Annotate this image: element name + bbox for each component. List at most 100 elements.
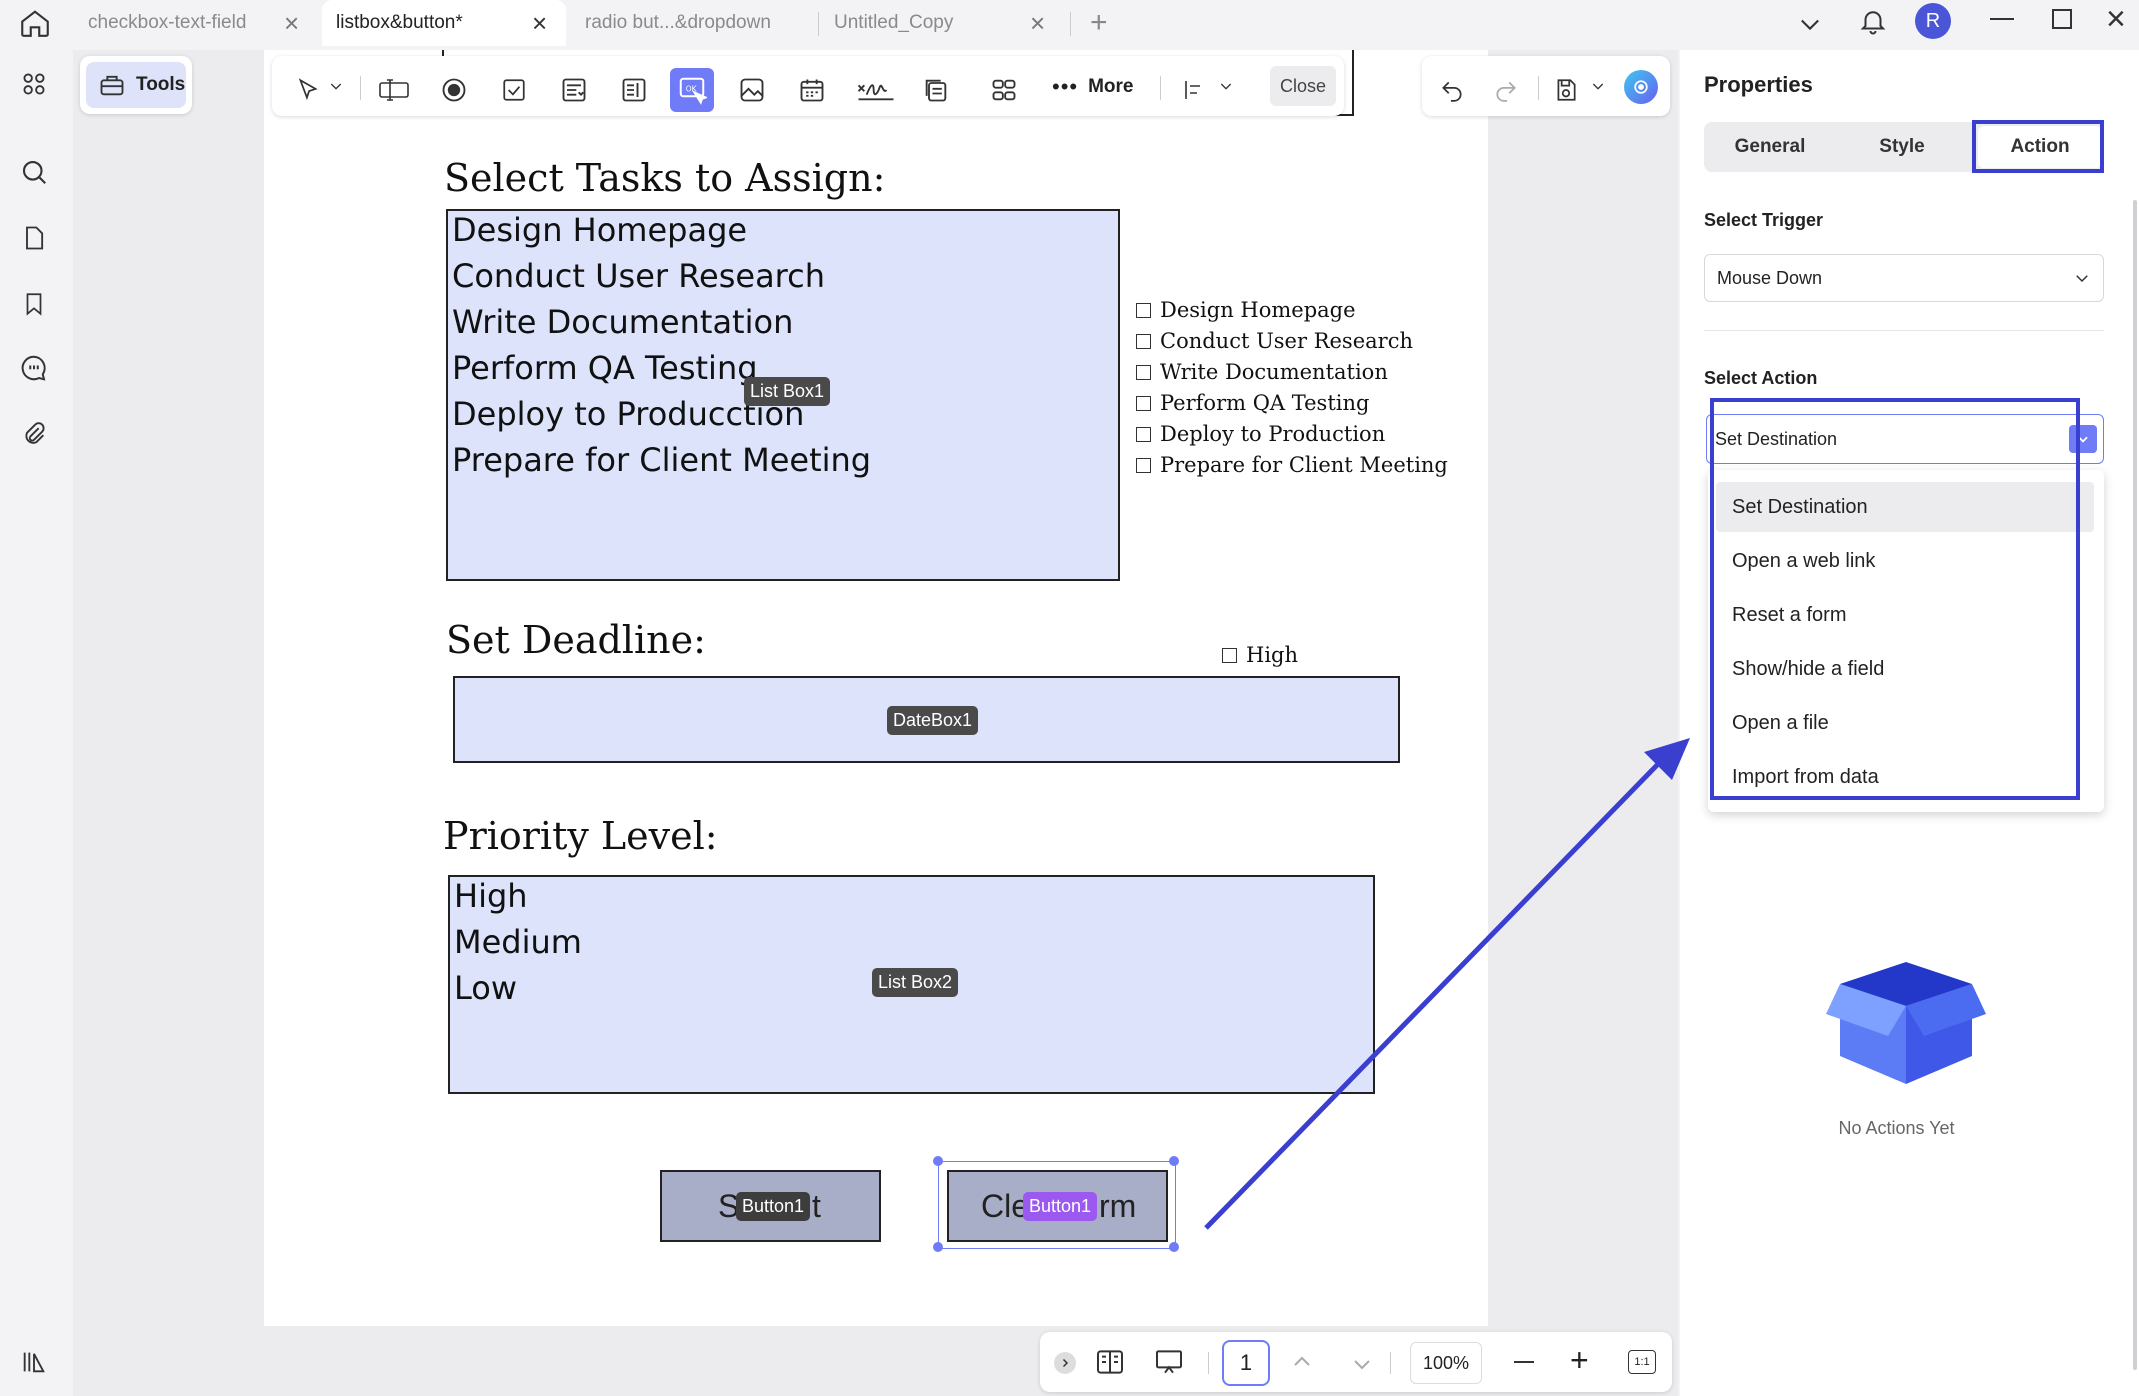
grid-icon[interactable] — [16, 66, 52, 102]
resize-handle[interactable] — [933, 1156, 943, 1166]
tab-untitled-copy[interactable]: Untitled_Copy × — [834, 0, 1054, 46]
tools-button[interactable]: Tools — [86, 62, 186, 108]
presentation-icon[interactable] — [1152, 1346, 1186, 1378]
checkbox-design-homepage[interactable]: Design Homepage — [1136, 298, 1356, 322]
close-window-icon[interactable]: × — [2106, 0, 2126, 39]
list-item[interactable]: Low — [454, 969, 517, 1007]
zoom-in-icon[interactable]: + — [1570, 1344, 1589, 1376]
checkbox-prepare-client-meeting[interactable]: Prepare for Client Meeting — [1136, 453, 1448, 477]
page-number-input[interactable]: 1 — [1222, 1340, 1270, 1386]
button-text: t — [812, 1188, 821, 1224]
list-item[interactable]: Write Documentation — [452, 303, 793, 341]
checkbox-high[interactable]: High — [1222, 643, 1298, 667]
chevron-down-icon[interactable] — [1218, 78, 1234, 94]
tab-listbox-button[interactable]: listbox&button* × — [322, 0, 566, 46]
list-item[interactable]: Conduct User Research — [452, 257, 825, 295]
resize-handle[interactable] — [1169, 1156, 1179, 1166]
checkbox-label: Perform QA Testing — [1160, 391, 1370, 415]
tab-general[interactable]: General — [1704, 122, 1836, 172]
highlight-frame — [1972, 120, 2104, 173]
checkbox-square — [1136, 458, 1151, 473]
tab-style[interactable]: Style — [1836, 122, 1968, 172]
date-field-tool-icon[interactable] — [790, 68, 834, 112]
list-item[interactable]: Perform QA Testing — [452, 349, 758, 387]
checkbox-label: Design Homepage — [1160, 298, 1356, 322]
expand-icon[interactable] — [1054, 1352, 1076, 1374]
list-item[interactable]: Prepare for Client Meeting — [452, 441, 871, 479]
chevron-down-icon[interactable] — [328, 78, 344, 94]
checkbox-conduct-user-research[interactable]: Conduct User Research — [1136, 329, 1413, 353]
align-left-icon[interactable] — [1172, 68, 1216, 112]
text-field-tool-icon[interactable] — [372, 68, 416, 112]
tab-label: checkbox-text-field — [88, 12, 247, 33]
checkbox-label: Write Documentation — [1160, 360, 1388, 384]
close-icon[interactable]: × — [1030, 8, 1045, 39]
list-item[interactable]: High — [454, 877, 528, 915]
radio-button-tool-icon[interactable] — [432, 68, 476, 112]
close-icon[interactable]: × — [284, 8, 299, 39]
undo-icon[interactable] — [1430, 68, 1474, 112]
image-field-tool-icon[interactable] — [730, 68, 774, 112]
checkbox-label: Prepare for Client Meeting — [1160, 453, 1448, 477]
close-icon[interactable]: × — [532, 8, 547, 39]
trigger-select[interactable]: Mouse Down — [1704, 254, 2104, 302]
list-box-1[interactable]: Design Homepage Conduct User Research Wr… — [446, 209, 1120, 581]
list-box-tool-icon[interactable] — [612, 68, 656, 112]
attachment-icon[interactable] — [16, 416, 52, 452]
next-page-icon[interactable] — [1350, 1352, 1374, 1376]
resize-handle[interactable] — [933, 1242, 943, 1252]
minimize-icon[interactable] — [1990, 18, 2014, 20]
more-fields-grid-icon[interactable] — [982, 68, 1026, 112]
search-icon[interactable] — [16, 154, 52, 190]
chevron-down-icon[interactable] — [1796, 10, 1824, 38]
toolbox-icon — [100, 75, 124, 96]
more-button[interactable]: ••• More — [1052, 72, 1134, 102]
new-tab-icon[interactable]: + — [1090, 6, 1108, 40]
date-box-1[interactable]: DateBox1 — [453, 676, 1400, 763]
list-item[interactable]: Medium — [454, 923, 582, 961]
checkbox-square — [1136, 334, 1151, 349]
zoom-out-icon[interactable] — [1514, 1361, 1534, 1363]
select-pointer-icon[interactable] — [286, 68, 330, 112]
submit-button[interactable]: S t Button1 — [660, 1170, 881, 1242]
tab-checkbox-text-field[interactable]: checkbox-text-field × — [88, 0, 308, 46]
dropdown-tool-icon[interactable] — [552, 68, 596, 112]
checkbox-write-documentation[interactable]: Write Documentation — [1136, 360, 1388, 384]
home-icon[interactable] — [18, 6, 52, 40]
list-box-2[interactable]: High Medium Low List Box2 — [448, 875, 1375, 1094]
resize-handle[interactable] — [1169, 1242, 1179, 1252]
bottom-toolbar: 1 100% + 1:1 — [1040, 1332, 1672, 1392]
signature-tool-icon[interactable] — [850, 68, 902, 112]
maximize-icon[interactable] — [2052, 9, 2072, 29]
button-text: rm — [1099, 1188, 1137, 1224]
field-name-tag: DateBox1 — [887, 706, 979, 735]
duplicate-tool-icon[interactable] — [914, 68, 958, 112]
trigger-label: Select Trigger — [1704, 210, 1824, 230]
empty-state-text: No Actions Yet — [1838, 1118, 1955, 1138]
avatar[interactable]: R — [1915, 3, 1951, 39]
bookmark-icon[interactable] — [16, 286, 52, 322]
chevron-down-icon[interactable] — [1590, 78, 1606, 94]
ai-assistant-icon[interactable] — [1624, 70, 1658, 104]
sidebar-toggle-icon[interactable] — [16, 1344, 52, 1380]
zoom-level[interactable]: 100% — [1410, 1342, 1482, 1384]
page-view-icon[interactable] — [1094, 1346, 1126, 1378]
redo-icon[interactable] — [1484, 68, 1528, 112]
previous-page-icon[interactable] — [1290, 1350, 1314, 1374]
field-name-tag: Button1 — [1023, 1192, 1098, 1221]
checkbox-deploy-to-production[interactable]: Deploy to Production — [1136, 422, 1385, 446]
save-icon[interactable] — [1544, 68, 1588, 112]
bell-icon[interactable] — [1858, 6, 1888, 36]
checkbox-perform-qa-testing[interactable]: Perform QA Testing — [1136, 391, 1369, 415]
scrollbar[interactable] — [2133, 200, 2137, 1370]
clear-form-button[interactable]: Cle rm Button1 — [947, 1170, 1168, 1242]
tab-radio-dropdown[interactable]: radio but...&dropdown — [585, 0, 810, 46]
close-toolbar-button[interactable]: Close — [1270, 66, 1336, 106]
checkbox-tool-icon[interactable] — [492, 68, 536, 112]
tab-divider — [818, 12, 819, 36]
list-item[interactable]: Design Homepage — [452, 211, 747, 249]
comment-icon[interactable] — [16, 350, 52, 386]
button-tool-icon[interactable]: OK — [670, 68, 714, 112]
actual-size-button[interactable]: 1:1 — [1628, 1350, 1656, 1374]
page-icon[interactable] — [16, 220, 52, 256]
